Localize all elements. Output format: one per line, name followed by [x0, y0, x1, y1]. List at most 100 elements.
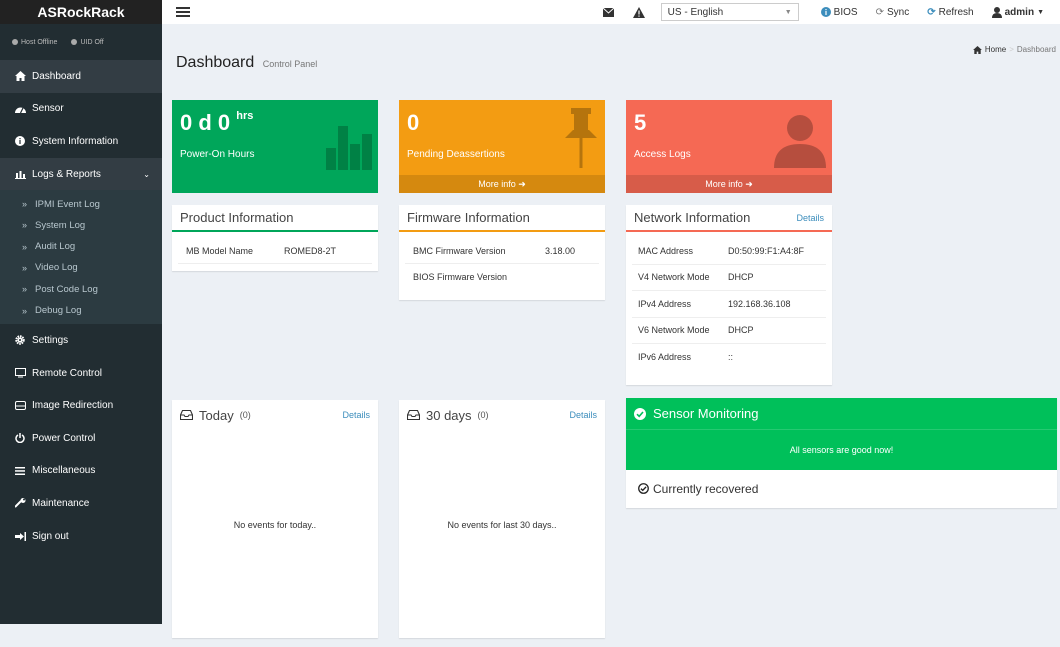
sidebar-item-image-redirection[interactable]: Image Redirection	[0, 389, 162, 422]
double-chevron-right-icon: »	[22, 199, 28, 210]
sidebar-item-remote-control[interactable]: Remote Control	[0, 357, 162, 390]
check-circle-outline-icon	[638, 483, 649, 494]
envelope-icon[interactable]	[601, 4, 617, 20]
double-chevron-right-icon: »	[22, 241, 28, 252]
power-on-hours-value: 0 d 0 hrs	[180, 110, 253, 136]
sidebar-item-sensor[interactable]: Sensor	[0, 93, 162, 126]
user-menu[interactable]: admin ▼	[991, 6, 1044, 18]
sidebar-item-label: Maintenance	[32, 497, 90, 509]
pending-deassertions-label: Pending Deassertions	[407, 149, 505, 160]
sidebar-item-maintenance[interactable]: Maintenance	[0, 487, 162, 520]
row-label: V4 Network Mode	[638, 272, 710, 283]
product-info-body: MB Model Name ROMED8-2T	[172, 232, 378, 264]
topbar-right: US - English ▼ BIOS ⟳ Sync ⟳ Refresh adm…	[597, 3, 1060, 21]
wrench-icon	[14, 498, 26, 509]
submenu-item-ipmi-event-log[interactable]: » IPMI Event Log	[0, 193, 162, 214]
chevron-down-icon: ⌄	[143, 169, 150, 179]
sidebar-item-label: Dashboard	[32, 70, 81, 82]
submenu-item-debug-log[interactable]: » Debug Log	[0, 300, 162, 321]
submenu-item-post-code-log[interactable]: » Post Code Log	[0, 279, 162, 300]
row-value: ::	[728, 352, 734, 363]
language-select[interactable]: US - English ▼	[660, 3, 799, 21]
sidebar-item-label: Sensor	[32, 103, 64, 115]
bios-link[interactable]: BIOS	[820, 6, 858, 18]
sidebar-item-label: Image Redirection	[32, 400, 114, 412]
access-more-info-link[interactable]: More info ➜	[626, 175, 832, 193]
table-row: MB Model Name ROMED8-2T	[178, 238, 372, 264]
row-value: D0:50:99:F1:A4:8F	[728, 245, 805, 256]
bios-label: BIOS	[833, 6, 858, 18]
info-icon	[14, 136, 26, 147]
sidebar-item-label: Sign out	[32, 530, 69, 542]
submenu-item-label: IPMI Event Log	[35, 198, 100, 210]
page-title: Dashboard Control Panel	[176, 54, 317, 72]
monitor-icon	[14, 368, 26, 378]
sidebar-item-miscellaneous[interactable]: Miscellaneous	[0, 455, 162, 488]
row-value: 192.168.36.108	[728, 298, 791, 309]
firmware-info-title: Firmware Information	[407, 210, 530, 225]
month-details-link[interactable]: Details	[569, 410, 597, 420]
sidebar-item-system-information[interactable]: System Information	[0, 125, 162, 158]
sidebar-item-settings[interactable]: Settings	[0, 324, 162, 357]
sidebar-item-sign-out[interactable]: Sign out	[0, 520, 162, 553]
table-row: V6 Network Mode DHCP	[632, 318, 826, 344]
page-title-text: Dashboard	[176, 54, 255, 71]
network-details-link[interactable]: Details	[796, 213, 824, 223]
submenu-item-system-log[interactable]: » System Log	[0, 215, 162, 236]
sensor-monitoring-header: Sensor Monitoring	[626, 398, 1057, 429]
host-status-bar: Host Offline UID Off	[0, 24, 162, 60]
power-on-unit: hrs	[236, 110, 254, 122]
row-label: V6 Network Mode	[638, 325, 710, 336]
today-events-title: Today	[199, 407, 234, 423]
submenu-item-audit-log[interactable]: » Audit Log	[0, 236, 162, 257]
pending-more-info-link[interactable]: More info ➜	[399, 175, 605, 193]
submenu-item-label: Post Code Log	[35, 283, 98, 295]
product-info-panel: Product Information MB Model Name ROMED8…	[172, 205, 378, 271]
user-label: admin	[1004, 6, 1035, 18]
check-circle-icon	[634, 407, 646, 420]
row-value: ROMED8-2T	[284, 245, 337, 256]
breadcrumb-home[interactable]: Home	[985, 45, 1006, 54]
power-on-days-text: 0 d 0	[180, 110, 231, 135]
submenu-item-label: Debug Log	[35, 305, 82, 316]
page-subtitle: Control Panel	[262, 59, 318, 69]
dashboard-icon	[14, 71, 26, 82]
sidebar-toggle-button[interactable]	[176, 7, 190, 17]
row-value: DHCP	[728, 272, 754, 283]
refresh-label: Refresh	[938, 6, 974, 18]
access-logs-label: Access Logs	[634, 149, 691, 160]
firmware-info-body: BMC Firmware Version 3.18.00 BIOS Firmwa…	[399, 232, 605, 290]
warning-icon[interactable]	[631, 4, 647, 20]
sync-link[interactable]: ⟳ Sync	[876, 7, 910, 18]
sidebar-item-label: Settings	[32, 334, 69, 346]
today-events-box: Today (0) Details No events for today..	[172, 400, 378, 638]
sensor-monitoring-title: Sensor Monitoring	[653, 406, 759, 421]
today-details-link[interactable]: Details	[342, 410, 370, 420]
inbox-icon	[180, 410, 193, 420]
sidebar-item-dashboard[interactable]: Dashboard	[0, 60, 162, 93]
today-events-header: Today (0) Details	[172, 400, 378, 430]
uid-status-dot-icon	[71, 38, 78, 45]
refresh-link[interactable]: ⟳ Refresh	[927, 7, 973, 18]
breadcrumb: Home > Dashboard	[972, 45, 1056, 54]
brand-logo[interactable]: ASRockRack	[0, 0, 162, 24]
sidebar-item-power-control[interactable]: Power Control	[0, 422, 162, 455]
refresh-icon: ⟳	[927, 6, 936, 18]
today-events-count: (0)	[239, 410, 251, 420]
sync-label: Sync	[886, 6, 910, 18]
row-label: IPv4 Address	[638, 298, 692, 309]
power-icon	[14, 433, 26, 444]
submenu-item-video-log[interactable]: » Video Log	[0, 257, 162, 278]
home-icon	[972, 45, 982, 54]
sidebar-item-logs-reports[interactable]: Logs & Reports ⌄	[0, 157, 162, 191]
gear-icon	[14, 335, 26, 346]
sidebar-item-label: Miscellaneous	[32, 465, 96, 477]
host-status: Host Offline	[12, 39, 57, 46]
bar-chart-icon	[326, 126, 372, 170]
bar-chart-icon	[14, 170, 26, 179]
today-empty-message: No events for today..	[233, 520, 317, 530]
network-info-header: Network Information Details	[626, 205, 832, 232]
double-chevron-right-icon: »	[22, 262, 28, 273]
table-row: IPv6 Address ::	[632, 344, 826, 371]
month-empty-message: No events for last 30 days..	[447, 520, 557, 530]
